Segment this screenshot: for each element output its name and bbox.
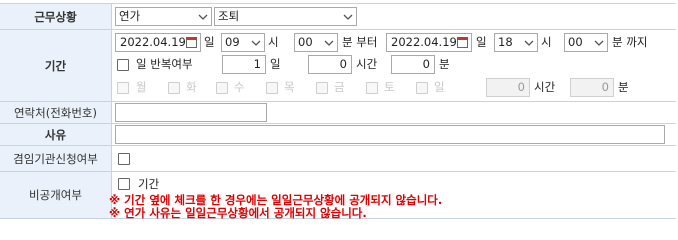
minutes-input[interactable]: 0 (391, 55, 435, 74)
start-minute-select[interactable]: 00 (294, 33, 338, 52)
start-minute-unit: 분 부터 (342, 35, 378, 49)
repeat-label: 일 반복여부 (136, 57, 193, 71)
weekday-hours-input[interactable]: 0 (486, 78, 530, 97)
private-cell: 기간 ※ 기간 옆에 체크를 한 경우에는 일일근무상황에 공개되지 않습니다.… (109, 172, 676, 220)
leave-category-value: 연가 (119, 9, 141, 23)
weekday-checkbox-thu[interactable] (266, 82, 278, 94)
end-minute-value: 00 (568, 35, 583, 49)
weekday-checkbox-fri[interactable] (316, 82, 328, 94)
hours-input[interactable]: 0 (308, 55, 352, 74)
leave-type-value: 조퇴 (218, 9, 240, 23)
period-cell: 2022.04.19 일 09 시 00 분 부터 2022.04.19 일 1… (112, 30, 676, 101)
start-minute-value: 00 (298, 35, 313, 49)
weekday-label-thu: 목 (284, 80, 295, 94)
status-label: 근무상황 (0, 4, 112, 29)
phone-input[interactable] (115, 103, 267, 122)
private-period-checkbox[interactable] (118, 178, 130, 190)
calendar-icon[interactable] (186, 37, 197, 48)
start-date-value: 2022.04.19 (120, 35, 186, 49)
weekday-checkbox-wed[interactable] (216, 82, 228, 94)
contact-label: 연락처(전화번호) (0, 102, 112, 123)
end-date-field[interactable]: 2022.04.19 (386, 33, 472, 52)
end-hour-select[interactable]: 18 (494, 33, 538, 52)
weekday-minutes-input[interactable]: 0 (570, 78, 614, 97)
concurrent-cell (112, 146, 676, 171)
hours-unit: 시간 (356, 57, 378, 71)
minutes-unit: 분 (439, 57, 450, 71)
reason-row: 사유 (0, 123, 676, 145)
contact-cell (112, 102, 676, 123)
chevron-down-icon (343, 14, 353, 20)
leave-request-form: 근무상황 연가 조퇴 기간 2022.04.19 일 09 시 00 분 부터 … (0, 0, 678, 221)
weekday-label-tue: 화 (186, 80, 197, 94)
weekday-label-mon: 월 (136, 80, 147, 94)
weekday-checkbox-sat[interactable] (366, 82, 378, 94)
start-hour-value: 09 (225, 35, 240, 49)
chevron-down-icon (324, 40, 334, 46)
chevron-down-icon (251, 40, 261, 46)
private-label: 비공개여부 (0, 172, 112, 218)
leave-category-select[interactable]: 연가 (115, 7, 212, 26)
end-minute-unit: 분 까지 (612, 35, 648, 49)
leave-type-select[interactable]: 조퇴 (214, 7, 357, 26)
chevron-down-icon (524, 40, 534, 46)
private-row: 비공개여부 기간 ※ 기간 옆에 체크를 한 경우에는 일일근무상황에 공개되지… (0, 171, 676, 220)
chevron-down-icon (198, 14, 208, 20)
concurrent-row: 겸임기관신청여부 (0, 145, 676, 171)
start-date-field[interactable]: 2022.04.19 (115, 33, 201, 52)
weekday-checkbox-mon[interactable] (117, 82, 129, 94)
reason-input[interactable] (115, 125, 665, 144)
weekday-checkbox-tue[interactable] (168, 82, 180, 94)
reason-label: 사유 (0, 124, 112, 145)
end-day-unit: 일 (476, 35, 487, 49)
calendar-icon[interactable] (457, 37, 468, 48)
chevron-down-icon (594, 40, 604, 46)
concurrent-label: 겸임기관신청여부 (0, 146, 112, 171)
end-hour-unit: 시 (541, 35, 552, 49)
end-date-value: 2022.04.19 (391, 35, 457, 49)
end-hour-value: 18 (498, 35, 513, 49)
weekday-minutes-unit: 분 (618, 80, 629, 94)
contact-row: 연락처(전화번호) (0, 101, 676, 123)
start-hour-unit: 시 (268, 35, 279, 49)
concurrent-checkbox[interactable] (118, 153, 130, 165)
repeat-days-unit: 일 (270, 57, 281, 71)
reason-cell (112, 124, 676, 145)
period-row: 기간 2022.04.19 일 09 시 00 분 부터 2022.04.19 (0, 29, 676, 101)
repeat-checkbox[interactable] (117, 59, 129, 71)
weekday-label-fri: 금 (334, 80, 345, 94)
repeat-days-input[interactable]: 1 (222, 55, 266, 74)
start-hour-select[interactable]: 09 (221, 33, 265, 52)
start-day-unit: 일 (204, 35, 215, 49)
status-row: 근무상황 연가 조퇴 (0, 3, 676, 29)
private-notice-2: ※ 연가 사유는 일일근무상황에서 공개되지 않습니다. (109, 206, 367, 220)
weekday-checkbox-sun[interactable] (416, 82, 428, 94)
period-label: 기간 (0, 30, 112, 101)
private-period-label: 기간 (138, 177, 160, 191)
weekday-label-wed: 수 (234, 80, 245, 94)
end-minute-select[interactable]: 00 (564, 33, 608, 52)
status-cell: 연가 조퇴 (112, 4, 676, 29)
weekday-label-sun: 일 (434, 80, 445, 94)
weekday-hours-unit: 시간 (534, 80, 556, 94)
weekday-label-sat: 토 (384, 80, 395, 94)
